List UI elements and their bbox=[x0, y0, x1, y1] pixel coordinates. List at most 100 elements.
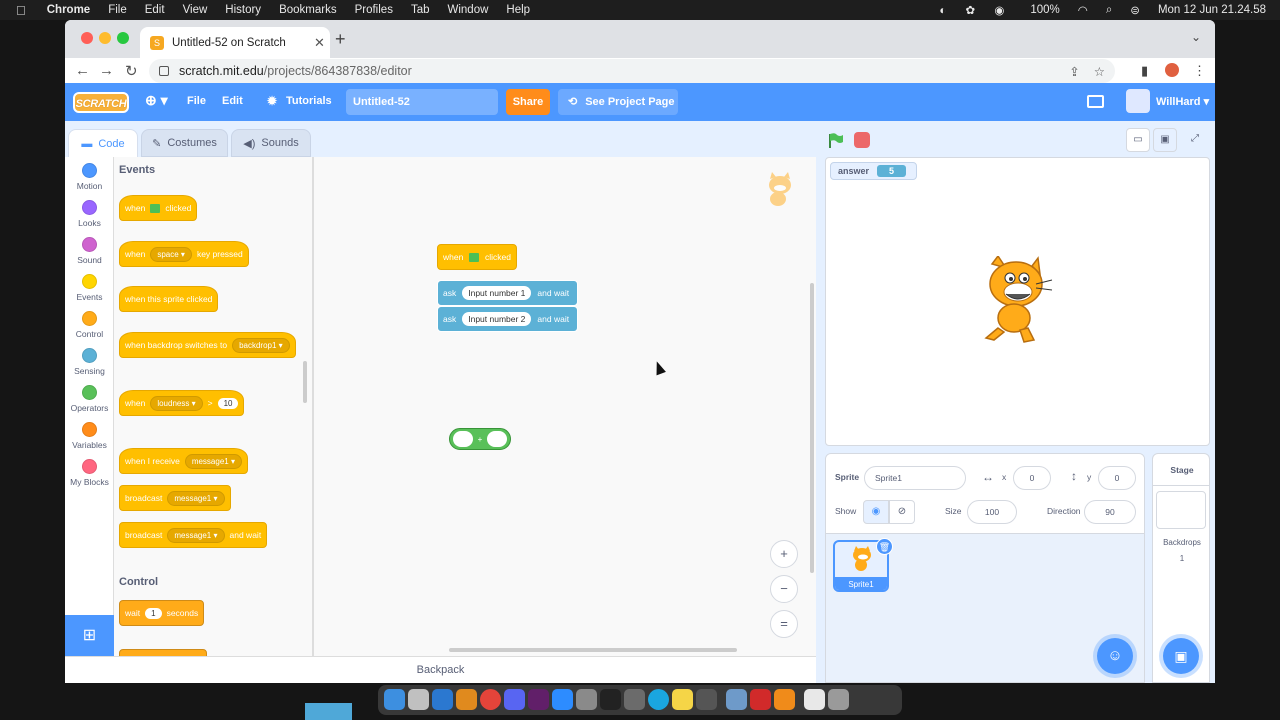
username-menu[interactable]: WillHard ▾ bbox=[1156, 95, 1209, 108]
share-page-icon[interactable]: ⇪ bbox=[1069, 64, 1079, 79]
wait-seconds-block[interactable]: wait 1 seconds bbox=[119, 600, 205, 626]
stage-thumbnail[interactable] bbox=[1156, 491, 1206, 529]
direction-input[interactable]: 90 bbox=[1084, 500, 1136, 524]
menu-bookmarks[interactable]: Bookmarks bbox=[270, 4, 346, 16]
menu-edit-button[interactable]: Edit bbox=[222, 95, 243, 107]
ask-and-wait-block-1[interactable]: ask Input number 1 and wait bbox=[437, 280, 578, 306]
operand-input-1[interactable] bbox=[453, 431, 473, 447]
seconds-input[interactable]: 1 bbox=[145, 607, 162, 619]
operand-input-2[interactable] bbox=[486, 431, 507, 447]
preview-icon[interactable] bbox=[726, 689, 747, 710]
when-i-receive-block[interactable]: when I receive message1 ▾ bbox=[119, 448, 248, 474]
language-globe-icon[interactable]: ⊕ ▾ bbox=[145, 92, 168, 109]
browser-tab[interactable]: S Untitled-52 on Scratch ✕ bbox=[140, 27, 330, 58]
script-area[interactable]: when clicked ask Input number 1 and wait as… bbox=[313, 157, 816, 656]
word-icon[interactable] bbox=[750, 689, 771, 710]
close-window-icon[interactable] bbox=[81, 32, 93, 44]
x-position-input[interactable]: 0 bbox=[1013, 466, 1051, 490]
when-sprite-clicked-block[interactable]: when this sprite clicked bbox=[119, 286, 219, 312]
control-center-icon[interactable]: ⊜ bbox=[1121, 3, 1149, 17]
category-control[interactable]: Control bbox=[65, 311, 114, 339]
my-stuff-folder-icon[interactable] bbox=[1087, 95, 1104, 108]
system-settings-icon[interactable] bbox=[624, 689, 645, 710]
bookmark-star-icon[interactable]: ☆ bbox=[1094, 64, 1105, 79]
ask-text-input[interactable]: Input number 1 bbox=[462, 286, 532, 300]
avatar[interactable] bbox=[1126, 89, 1150, 113]
zoom-icon[interactable] bbox=[552, 689, 573, 710]
more-menu-icon[interactable]: ⋮ bbox=[1193, 63, 1206, 79]
stage-selector[interactable]: Stage Backdrops 1 ▣ bbox=[1152, 453, 1210, 683]
calculator-icon[interactable] bbox=[576, 689, 597, 710]
menu-file[interactable]: File bbox=[99, 4, 136, 16]
apple-icon[interactable]:  bbox=[0, 3, 38, 18]
repeat-block[interactable] bbox=[119, 649, 207, 656]
y-position-input[interactable]: 0 bbox=[1098, 466, 1136, 490]
zoom-reset-button[interactable]: = bbox=[770, 610, 798, 638]
loudness-value-input[interactable]: 10 bbox=[217, 397, 239, 409]
tab-sounds[interactable]: ◀) Sounds bbox=[231, 129, 311, 157]
forward-icon[interactable]: → bbox=[99, 62, 114, 79]
message-dropdown[interactable]: message1 ▾ bbox=[167, 527, 225, 543]
vlc-icon[interactable] bbox=[774, 689, 795, 710]
notes-icon[interactable] bbox=[672, 689, 693, 710]
status-icons[interactable]: ◐ ✿ ◉ bbox=[930, 3, 1021, 17]
size-input[interactable]: 100 bbox=[967, 500, 1017, 524]
menu-clock[interactable]: Mon 12 Jun 21.24.58 bbox=[1149, 4, 1280, 16]
zoom-out-button[interactable]: − bbox=[770, 575, 798, 603]
chrome-icon[interactable] bbox=[480, 689, 501, 710]
zoom-in-button[interactable]: + bbox=[770, 540, 798, 568]
script-vertical-scrollbar[interactable] bbox=[810, 283, 814, 573]
message-dropdown[interactable]: message1 ▾ bbox=[184, 453, 242, 469]
wifi-icon[interactable]: ◠ bbox=[1069, 3, 1097, 17]
activity-monitor-icon[interactable] bbox=[696, 689, 717, 710]
cat-sprite[interactable] bbox=[976, 256, 1056, 344]
trash-icon[interactable] bbox=[828, 689, 849, 710]
stage-canvas[interactable]: answer 5 bbox=[825, 157, 1210, 446]
share-button[interactable]: Share bbox=[506, 89, 550, 115]
new-tab-icon[interactable]: + bbox=[335, 29, 346, 50]
category-motion[interactable]: Motion bbox=[65, 163, 114, 191]
profile-avatar-icon[interactable] bbox=[1165, 63, 1179, 77]
safari-icon[interactable] bbox=[648, 689, 669, 710]
delete-sprite-trash-icon[interactable]: 🗑 bbox=[876, 538, 893, 555]
menu-edit[interactable]: Edit bbox=[136, 4, 174, 16]
tab-search-chevron-icon[interactable]: ⌄ bbox=[1191, 30, 1201, 44]
menu-file-button[interactable]: File bbox=[187, 95, 206, 107]
when-flag-clicked-block[interactable]: when clicked bbox=[119, 195, 198, 221]
menu-tab[interactable]: Tab bbox=[402, 4, 439, 16]
finder-icon[interactable] bbox=[384, 689, 405, 710]
category-operators[interactable]: Operators bbox=[65, 385, 114, 413]
script-horizontal-scrollbar[interactable] bbox=[449, 648, 737, 652]
loudness-dropdown[interactable]: loudness ▾ bbox=[150, 395, 203, 411]
palette-scrollbar[interactable] bbox=[303, 361, 307, 403]
tutorials-button[interactable]: Tutorials bbox=[286, 95, 332, 107]
addition-operator-block[interactable]: + bbox=[449, 428, 511, 450]
tab-costumes[interactable]: ✎ Costumes bbox=[141, 129, 228, 157]
tab-code[interactable]: ▬ Code bbox=[68, 129, 138, 157]
side-panel-icon[interactable]: ▮ bbox=[1141, 63, 1148, 79]
address-bar[interactable]: scratch.mit.edu /projects/864387838/edit… bbox=[149, 59, 1115, 83]
app-menu-chrome[interactable]: Chrome bbox=[38, 4, 99, 16]
category-events[interactable]: Events bbox=[65, 274, 114, 302]
backdrop-dropdown[interactable]: backdrop1 ▾ bbox=[232, 337, 290, 353]
slack-icon[interactable] bbox=[528, 689, 549, 710]
answer-monitor[interactable]: answer 5 bbox=[830, 162, 917, 180]
terminal-icon[interactable] bbox=[600, 689, 621, 710]
vscode-icon[interactable] bbox=[432, 689, 453, 710]
launchpad-icon[interactable] bbox=[408, 689, 429, 710]
category-sensing[interactable]: Sensing bbox=[65, 348, 114, 376]
when-key-pressed-block[interactable]: when space ▾ key pressed bbox=[119, 241, 249, 267]
discord-icon[interactable] bbox=[504, 689, 525, 710]
large-stage-button[interactable]: ▣ bbox=[1153, 128, 1177, 152]
key-dropdown[interactable]: space ▾ bbox=[150, 246, 192, 262]
when-flag-clicked-script-block[interactable]: when clicked bbox=[437, 244, 517, 270]
show-visible-button[interactable]: ◉ bbox=[863, 500, 889, 524]
menu-view[interactable]: View bbox=[174, 4, 217, 16]
category-my-blocks[interactable]: My Blocks bbox=[65, 459, 114, 487]
add-extension-button[interactable]: ⊞ bbox=[65, 615, 114, 656]
broadcast-block[interactable]: broadcast message1 ▾ bbox=[119, 485, 231, 511]
show-hidden-button[interactable]: ⊘ bbox=[889, 500, 915, 524]
see-project-page-button[interactable]: ⟲ See Project Page bbox=[558, 89, 678, 115]
small-stage-button[interactable]: ▭ bbox=[1126, 128, 1150, 152]
choose-backdrop-button[interactable]: ▣ bbox=[1163, 638, 1199, 674]
